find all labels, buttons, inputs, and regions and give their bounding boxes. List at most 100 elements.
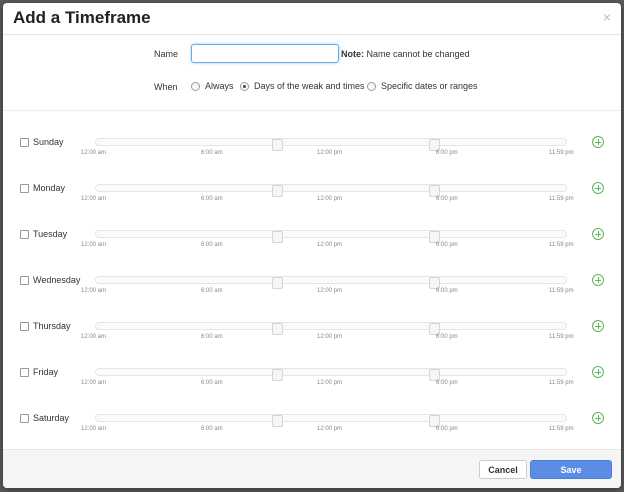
plus-circle-icon[interactable] xyxy=(592,182,604,194)
name-label: Name xyxy=(154,49,179,59)
dialog-title: Add a Timeframe xyxy=(13,8,151,27)
time-tick-label: 6:00 pm xyxy=(436,196,458,202)
time-tick-label: 11:59 pm xyxy=(549,380,574,386)
time-tick-label: 6:00 pm xyxy=(436,426,458,432)
day-row-tuesday: Tuesday 12:00 am 6:00 am 12:00 pm 6:00 pm 11:… xyxy=(3,227,621,257)
day-row-thursday: Thursday 12:00 am 6:00 am 12:00 pm 6:00 pm 11… xyxy=(3,319,621,349)
day-label: Saturday xyxy=(33,413,70,423)
time-range-slider[interactable] xyxy=(95,184,567,197)
name-note: Note: Name cannot be changed xyxy=(341,49,470,59)
time-tick-label: 12:00 pm xyxy=(317,288,343,294)
add-timeframe-dialog: Add a Timeframe × Name Note: Name cannot… xyxy=(3,3,621,488)
slider-start-handle[interactable] xyxy=(272,369,283,381)
name-input[interactable] xyxy=(191,44,339,63)
slider-start-handle[interactable] xyxy=(272,231,283,243)
slider-start-handle[interactable] xyxy=(272,139,283,151)
radio-dot[interactable] xyxy=(367,81,376,91)
time-tick-label: 6:00 am xyxy=(201,288,223,294)
plus-circle-icon[interactable] xyxy=(592,412,604,424)
time-tick-label: 6:00 pm xyxy=(436,380,458,386)
time-tick-label: 6:00 am xyxy=(201,150,223,156)
time-tick-label: 11:59 pm xyxy=(549,242,574,248)
time-tick-label: 12:00 am xyxy=(81,426,107,432)
day-row-wednesday: Wednesday 12:00 am 6:00 am 12:00 pm 6:00 pm 1… xyxy=(3,273,621,303)
radio-label: Specific dates or ranges xyxy=(381,81,478,91)
time-tick-label: 12:00 am xyxy=(81,288,107,294)
radio-specific-dates[interactable]: Specific dates or ranges xyxy=(367,81,478,91)
time-range-slider[interactable] xyxy=(95,414,567,427)
time-tick-label: 12:00 am xyxy=(81,150,107,156)
plus-circle-icon[interactable] xyxy=(592,274,604,286)
cancel-button[interactable]: Cancel xyxy=(479,460,527,479)
radio-dot[interactable] xyxy=(240,81,249,91)
time-tick-label: 12:00 am xyxy=(81,196,107,202)
day-label: Wednesday xyxy=(33,275,81,285)
time-tick-label: 6:00 am xyxy=(201,196,223,202)
day-label: Sunday xyxy=(33,137,64,147)
radio-always[interactable]: Always xyxy=(191,81,234,91)
day-checkbox[interactable] xyxy=(20,138,29,147)
day-label: Monday xyxy=(33,183,66,193)
time-tick-label: 12:00 am xyxy=(81,242,107,248)
close-icon[interactable]: × xyxy=(603,10,611,24)
time-tick-label: 6:00 pm xyxy=(436,334,458,340)
time-tick-label: 6:00 pm xyxy=(436,150,458,156)
time-tick-label: 12:00 pm xyxy=(317,150,343,156)
day-checkbox[interactable] xyxy=(20,184,29,193)
day-checkbox[interactable] xyxy=(20,368,29,377)
time-tick-label: 12:00 pm xyxy=(317,242,343,248)
slider-start-handle[interactable] xyxy=(272,415,283,427)
slider-start-handle[interactable] xyxy=(272,323,283,335)
time-tick-label: 12:00 pm xyxy=(317,380,343,386)
plus-circle-icon[interactable] xyxy=(592,366,604,378)
time-tick-label: 6:00 am xyxy=(201,242,223,248)
time-range-slider[interactable] xyxy=(95,322,567,335)
radio-days-and-times[interactable]: Days of the weak and times xyxy=(240,81,365,91)
time-tick-label: 6:00 am xyxy=(201,334,223,340)
time-tick-label: 12:00 pm xyxy=(317,426,343,432)
day-checkbox[interactable] xyxy=(20,322,29,331)
time-range-slider[interactable] xyxy=(95,138,567,151)
time-tick-label: 11:59 pm xyxy=(549,150,574,156)
note-text: Name cannot be changed xyxy=(364,49,470,59)
time-range-slider[interactable] xyxy=(95,276,567,289)
slider-start-handle[interactable] xyxy=(272,185,283,197)
when-label: When xyxy=(154,82,178,92)
note-prefix: Note: xyxy=(341,49,364,59)
slider-start-handle[interactable] xyxy=(272,277,283,289)
day-label: Thursday xyxy=(33,321,71,331)
dialog-footer: Cancel Save xyxy=(3,449,621,488)
day-row-friday: Friday 12:00 am 6:00 am 12:00 pm 6:00 pm 11:5… xyxy=(3,365,621,395)
radio-label: Always xyxy=(205,81,234,91)
plus-circle-icon[interactable] xyxy=(592,320,604,332)
time-tick-label: 6:00 pm xyxy=(436,288,458,294)
time-tick-label: 12:00 am xyxy=(81,334,107,340)
save-button[interactable]: Save xyxy=(530,460,612,479)
time-tick-label: 11:59 pm xyxy=(549,426,574,432)
day-checkbox[interactable] xyxy=(20,414,29,423)
time-tick-label: 12:00 am xyxy=(81,380,107,386)
day-row-saturday: Saturday 12:00 am 6:00 am 12:00 pm 6:00 pm 11… xyxy=(3,411,621,441)
time-tick-label: 11:59 pm xyxy=(549,334,574,340)
header-divider xyxy=(3,34,621,35)
time-tick-label: 11:59 pm xyxy=(549,288,574,294)
time-tick-label: 12:00 pm xyxy=(317,334,343,340)
day-row-sunday: Sunday 12:00 am 6:00 am 12:00 pm 6:00 pm 11:5… xyxy=(3,135,621,165)
time-tick-label: 6:00 am xyxy=(201,380,223,386)
day-row-monday: Monday 12:00 am 6:00 am 12:00 pm 6:00 pm 11:5… xyxy=(3,181,621,211)
day-label: Friday xyxy=(33,367,59,377)
radio-label: Days of the weak and times xyxy=(254,81,365,91)
time-tick-label: 6:00 am xyxy=(201,426,223,432)
section-divider xyxy=(3,110,621,111)
time-tick-label: 11:59 pm xyxy=(549,196,574,202)
time-tick-label: 12:00 pm xyxy=(317,196,343,202)
day-checkbox[interactable] xyxy=(20,230,29,239)
time-range-slider[interactable] xyxy=(95,230,567,243)
radio-dot[interactable] xyxy=(191,81,200,91)
day-label: Tuesday xyxy=(33,229,68,239)
plus-circle-icon[interactable] xyxy=(592,228,604,240)
time-range-slider[interactable] xyxy=(95,368,567,381)
plus-circle-icon[interactable] xyxy=(592,136,604,148)
day-checkbox[interactable] xyxy=(20,276,29,285)
time-tick-label: 6:00 pm xyxy=(436,242,458,248)
